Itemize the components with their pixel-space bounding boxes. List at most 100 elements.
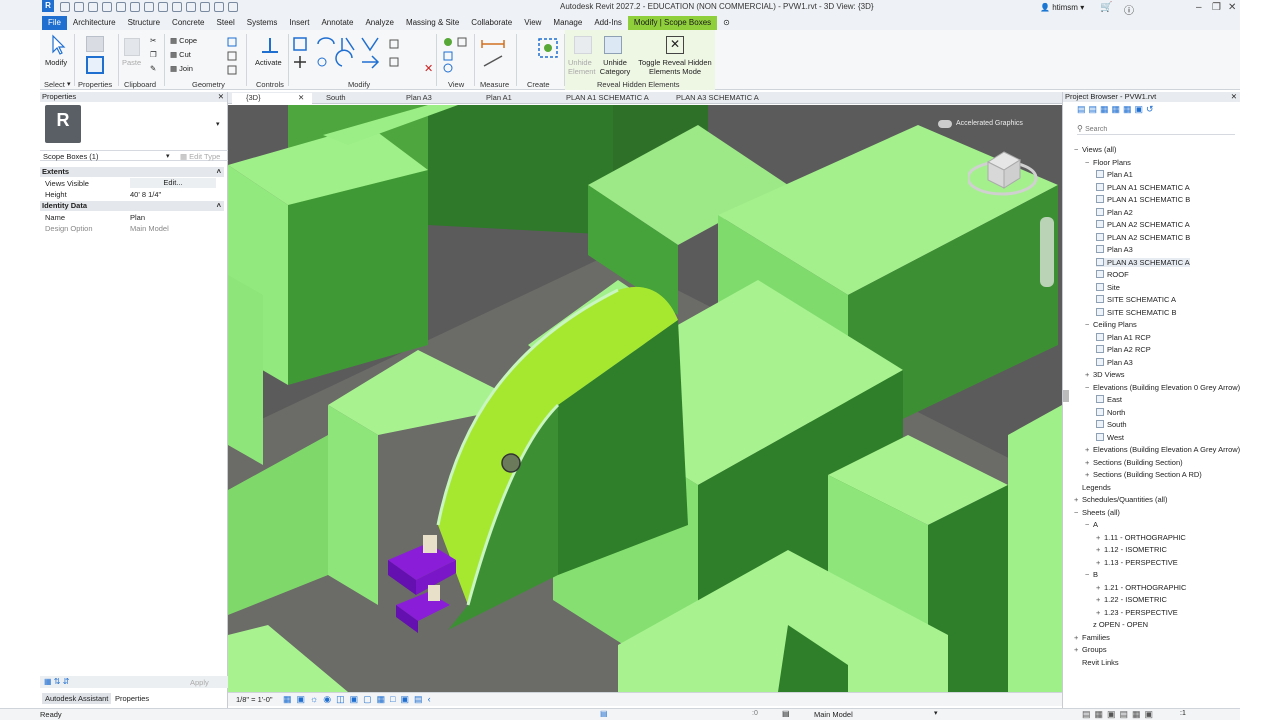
expand-icon[interactable]: − [1074,145,1082,154]
ribbon-tab[interactable]: Annotate [315,16,359,30]
ribbon-tab[interactable]: Insert [283,16,315,30]
user-account[interactable]: 👤 htimsm ▾ [1040,3,1084,12]
tree-item[interactable]: + Schedules/Quantities (all) [1074,495,1167,504]
measure-icon[interactable] [144,2,154,12]
ribbon-tab[interactable]: Systems [241,16,284,30]
ribbon-tab[interactable]: Concrete [166,16,210,30]
ribbon-tab[interactable]: Modify | Scope Boxes [627,16,718,30]
tree-item[interactable]: − B [1085,570,1098,579]
tree-item[interactable]: +1.23 - PERSPECTIVE [1096,608,1178,617]
tree-item[interactable]: + Sections (Building Section A RD) [1085,470,1202,479]
ribbon-options-icon[interactable]: ⊙ [717,16,736,30]
view-tools[interactable] [440,36,470,76]
search-input[interactable] [1085,126,1206,133]
paste-icon[interactable] [124,38,140,56]
expand-icon[interactable]: + [1096,583,1104,592]
expand-icon[interactable]: + [1085,458,1093,467]
close-hidden-icon[interactable] [214,2,224,12]
tree-item[interactable]: PLAN A1 SCHEMATIC B [1096,195,1190,204]
tree-item[interactable]: + Sections (Building Section) [1085,458,1183,467]
tree-item[interactable]: Revit Links [1074,658,1119,667]
expand-icon[interactable]: − [1085,383,1093,392]
ribbon-tab[interactable]: Manage [547,16,588,30]
tab-south[interactable]: South [312,93,392,104]
expand-icon[interactable]: + [1096,545,1104,554]
expand-icon[interactable]: − [1074,508,1082,517]
expand-icon[interactable]: + [1096,608,1104,617]
ribbon-tab[interactable]: Steel [211,16,241,30]
tree-item[interactable]: + Families [1074,633,1110,642]
expand-icon[interactable]: + [1074,495,1082,504]
switch-windows-icon[interactable] [228,2,238,12]
tree-item[interactable]: +1.11 - ORTHOGRAPHIC [1096,533,1186,542]
3d-viewport[interactable]: Accelerated Graphics [228,105,1062,692]
tree-item[interactable]: PLAN A2 SCHEMATIC B [1096,232,1190,242]
expand-icon[interactable]: + [1085,470,1093,479]
tree-item[interactable]: North [1096,407,1125,417]
properties-icon[interactable] [86,56,104,74]
expand-icon[interactable]: + [1085,445,1093,454]
tree-item[interactable]: − Sheets (all) [1074,508,1120,517]
tree-item[interactable]: + Groups [1074,645,1107,654]
ribbon-tab[interactable]: File [42,16,67,30]
group-extents[interactable]: Extents ˄ [40,167,224,177]
filter-count[interactable]: :1 [1180,710,1186,717]
tab-plan-a3[interactable]: Plan A3 [392,93,472,104]
save-icon[interactable] [74,2,84,12]
tree-item[interactable]: − Ceiling Plans [1085,320,1137,329]
selection-toggles[interactable]: ▤▦▣▤▦▣ [1082,709,1157,720]
3d-view-icon[interactable] [172,2,182,12]
tree-item[interactable]: − Elevations (Building Elevation 0 Grey A… [1085,383,1240,392]
cut-tool-icon[interactable]: ✂ [150,36,156,45]
redo-icon[interactable] [116,2,126,12]
close-icon[interactable]: ✕ [218,92,224,101]
apply-button[interactable]: Apply [190,678,209,687]
tree-item[interactable]: Plan A2 RCP [1096,345,1151,354]
expand-icon[interactable]: − [1085,570,1093,579]
expand-icon[interactable]: + [1096,595,1104,604]
panel-select[interactable]: Select [44,80,65,89]
ribbon-tab[interactable]: Analyze [359,16,399,30]
navigation-bar[interactable] [1040,217,1054,287]
ribbon-tab[interactable]: Architecture [67,16,122,30]
type-dropdown-icon[interactable]: ▾ [216,120,220,128]
filter-icon[interactable]: ▦ ⇅ ⇵ [44,677,69,686]
tree-item[interactable]: Plan A3 [1096,245,1133,254]
tree-item[interactable]: South [1096,420,1127,429]
edit-type-button[interactable]: ▦ Edit Type [180,152,220,161]
tree-item[interactable]: Plan A1 RCP [1096,332,1151,342]
tree-item[interactable]: East [1096,395,1122,404]
ribbon-tab[interactable]: Structure [122,16,166,30]
join-button[interactable]: ▦ Join [170,64,193,73]
ribbon-tab[interactable]: Add-Ins [588,16,628,30]
open-icon[interactable] [60,2,70,12]
tab-autodesk-assistant[interactable]: Autodesk Assistant [42,693,112,704]
ribbon-tab[interactable]: View [518,16,547,30]
close-icon[interactable]: ✕ [1228,2,1236,13]
tree-item[interactable]: Plan A1 [1096,170,1133,179]
help-icon[interactable]: ⓘ [1124,2,1134,17]
tree-item[interactable]: PLAN A3 SCHEMATIC A [1096,257,1190,267]
delete-icon[interactable]: ✕ [424,62,433,75]
tree-item[interactable]: SITE SCHEMATIC B [1096,307,1176,317]
close-icon[interactable]: ✕ [298,93,304,102]
cope-button[interactable]: ▦ Cope [170,36,197,45]
tree-item[interactable]: Plan A3 [1096,357,1133,367]
sync-icon[interactable] [88,2,98,12]
toggle-reveal-icon[interactable]: ✕ [666,36,684,54]
tab-properties[interactable]: Properties [112,693,153,704]
tree-item[interactable]: Legends [1074,483,1111,492]
tree-item[interactable]: − Floor Plans [1085,158,1131,167]
expand-icon[interactable]: + [1074,645,1082,654]
name-value[interactable]: Plan [130,213,145,222]
close-icon[interactable]: ✕ [1231,92,1237,101]
accelerated-toggle[interactable] [938,120,952,128]
tree-item[interactable]: ROOF [1096,270,1129,279]
restore-icon[interactable]: ❐ [1212,2,1221,13]
undo-icon[interactable] [102,2,112,12]
worksharing-icon[interactable]: ▤ [600,709,608,718]
ribbon-tab[interactable]: Massing & Site [400,16,465,30]
views-visible-edit-button[interactable]: Edit... [130,178,216,188]
design-options-icon[interactable]: ▤ [782,709,790,718]
expand-icon[interactable]: + [1074,633,1082,642]
